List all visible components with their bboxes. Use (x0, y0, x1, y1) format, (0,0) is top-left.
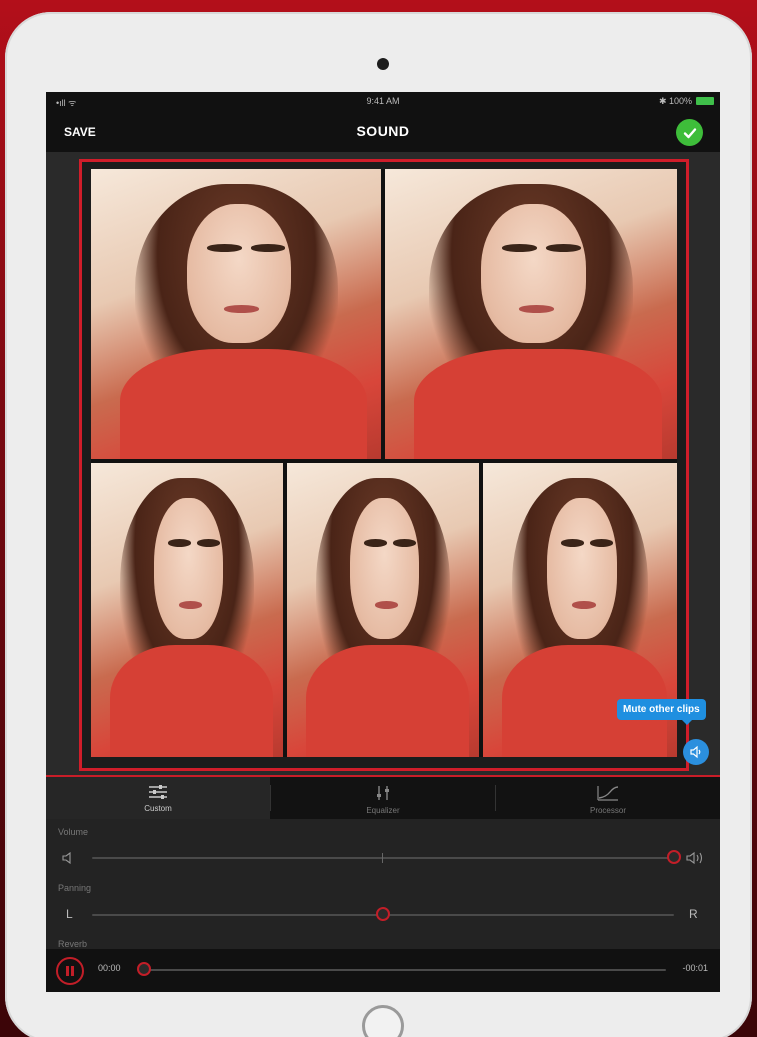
checkmark-icon (683, 127, 696, 138)
pan-right-label: R (689, 907, 698, 921)
mute-other-clips-button[interactable] (683, 739, 709, 765)
clip-1[interactable] (91, 169, 381, 459)
clip-eye (392, 539, 416, 547)
clip-eye (589, 539, 613, 547)
remaining-time: -00:01 (682, 963, 708, 973)
volume-center-mark (382, 853, 383, 863)
clip-eye (207, 244, 242, 252)
tab-processor[interactable]: Processor (496, 777, 720, 819)
seek-bar-track[interactable] (144, 969, 666, 971)
panning-label: Panning (58, 883, 92, 893)
tab-equalizer-label: Equalizer (366, 806, 400, 815)
clip-mouth (572, 601, 596, 609)
pan-left-label: L (66, 907, 73, 921)
volume-slider-knob[interactable] (667, 850, 681, 864)
seek-bar-knob[interactable] (137, 962, 151, 976)
clip-shirt (120, 348, 367, 459)
clip-eye (196, 539, 220, 547)
curve-icon (597, 786, 619, 801)
tab-processor-label: Processor (589, 806, 626, 815)
pause-button[interactable] (56, 957, 84, 985)
clip-mouth (224, 305, 260, 313)
clip-2[interactable] (385, 169, 677, 459)
clip-face (350, 498, 420, 640)
clip-eye (167, 539, 191, 547)
battery-percent: ✱ 100% (658, 96, 692, 106)
sliders-icon (149, 785, 167, 799)
volume-high-icon (686, 851, 703, 865)
page-title: SOUND (356, 123, 410, 139)
mute-tooltip: Mute other clips (617, 699, 706, 725)
clip-eye (560, 539, 584, 547)
status-time: 9:41 AM (366, 96, 400, 106)
tab-custom[interactable]: Custom (46, 777, 270, 819)
panning-slider-knob[interactable] (376, 907, 390, 921)
clip-eye (250, 244, 286, 252)
speaker-icon (690, 745, 701, 759)
done-button[interactable] (676, 119, 703, 146)
battery-icon (696, 97, 714, 105)
home-button[interactable] (362, 1005, 404, 1037)
custom-controls-panel: Volume Panning L R Reverb (46, 819, 720, 949)
equalizer-icon (377, 786, 389, 800)
reverb-label: Reverb (58, 939, 88, 949)
tab-custom-label: Custom (144, 804, 172, 813)
status-bar: •ıll ᯤ 9:41 AM ✱ 100% (46, 92, 720, 112)
ipad-frame: •ıll ᯤ 9:41 AM ✱ 100% SAVE SOUND Mute ot… (5, 12, 752, 1037)
tab-equalizer[interactable]: Equalizer (271, 777, 495, 819)
nav-bar: SAVE SOUND (46, 112, 720, 152)
clip-face (154, 498, 224, 640)
clip-mouth (519, 305, 555, 313)
volume-low-icon (62, 852, 71, 864)
volume-slider-track[interactable] (92, 853, 674, 863)
pause-icon (66, 966, 74, 976)
clip-eye (545, 244, 581, 252)
clip-shirt (306, 645, 470, 757)
clip-grid (91, 169, 677, 757)
clip-eye (501, 244, 537, 252)
clip-shirt (110, 645, 274, 757)
playback-bar: 00:00 -00:01 (46, 949, 720, 992)
clip-face (186, 203, 292, 343)
camera-dot (377, 58, 389, 70)
volume-label: Volume (58, 827, 89, 837)
clip-shirt (414, 348, 663, 459)
clip-mouth (179, 601, 203, 609)
app-screen: •ıll ᯤ 9:41 AM ✱ 100% SAVE SOUND Mute ot… (46, 92, 720, 992)
clip-face (481, 203, 587, 343)
clip-mouth (375, 601, 399, 609)
current-time: 00:00 (98, 963, 121, 973)
tab-bar: Custom Equalizer Processor (46, 775, 720, 819)
collage-preview (79, 159, 689, 771)
clip-eye (363, 539, 387, 547)
clip-face (547, 498, 617, 640)
clip-3[interactable] (91, 463, 283, 757)
clip-4[interactable] (287, 463, 479, 757)
